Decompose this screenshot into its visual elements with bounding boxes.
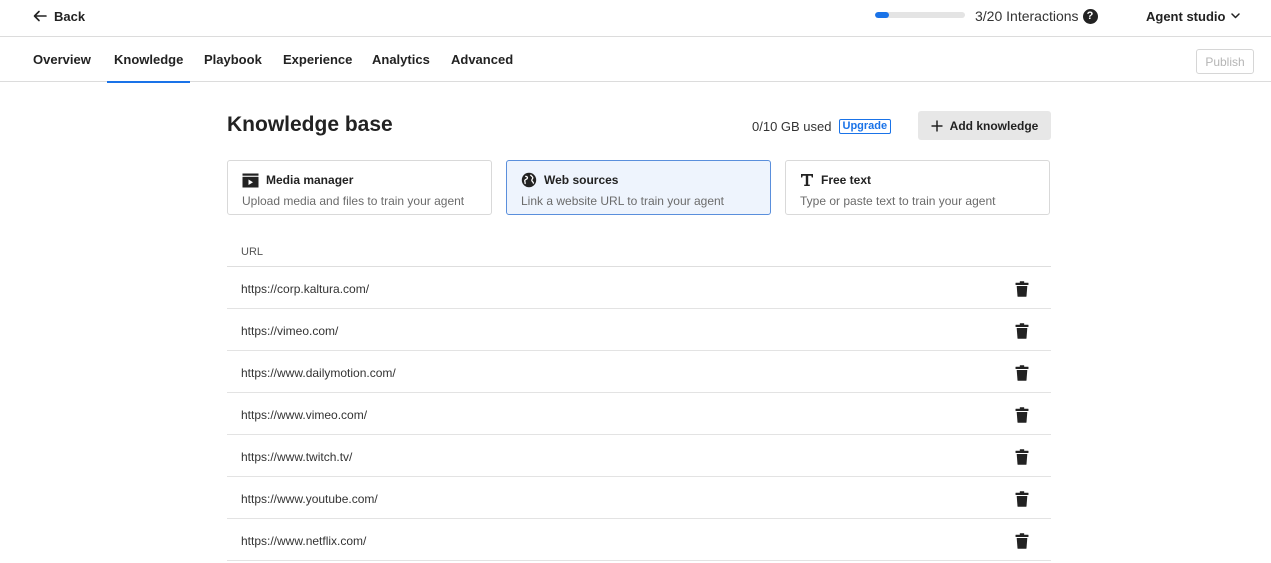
back-label: Back: [54, 8, 86, 24]
url-cell: https://vimeo.com/: [241, 324, 339, 338]
source-card-title: Media manager: [266, 173, 354, 187]
table-row: https://vimeo.com/: [227, 309, 1051, 351]
tab-advanced[interactable]: Advanced: [451, 37, 513, 82]
column-header-url: URL: [227, 238, 1051, 267]
agent-studio-label: Agent studio: [1146, 8, 1226, 24]
tab-overview[interactable]: Overview: [33, 37, 91, 82]
trash-icon[interactable]: [1015, 449, 1029, 465]
trash-icon[interactable]: [1015, 281, 1029, 297]
back-button[interactable]: Back: [33, 7, 85, 25]
arrow-left-icon: [33, 10, 47, 22]
progress-fill: [875, 12, 889, 18]
plus-icon: [931, 120, 943, 131]
top-bar: Back 3/20 Interactions ? Agent studio: [0, 0, 1271, 37]
trash-icon[interactable]: [1015, 407, 1029, 423]
tab-analytics[interactable]: Analytics: [372, 37, 430, 82]
trash-icon[interactable]: [1015, 323, 1029, 339]
table-row: https://www.vimeo.com/: [227, 393, 1051, 435]
globe-icon: [521, 172, 537, 188]
url-cell: https://www.dailymotion.com/: [241, 366, 396, 380]
trash-icon[interactable]: [1015, 365, 1029, 381]
source-card-description: Upload media and files to train your age…: [242, 194, 465, 208]
table-row: https://corp.kaltura.com/: [227, 267, 1051, 309]
url-cell: https://www.vimeo.com/: [241, 408, 368, 422]
interactions-counter: 3/20 Interactions ?: [975, 6, 1098, 26]
source-card-description: Type or paste text to train your agent: [800, 194, 996, 208]
source-card-web-sources[interactable]: Web sources Link a website URL to train …: [506, 160, 771, 215]
text-icon: [801, 174, 813, 186]
trash-icon[interactable]: [1015, 491, 1029, 507]
table-row: https://www.twitch.tv/: [227, 435, 1051, 477]
agent-studio-menu[interactable]: Agent studio: [1146, 6, 1241, 26]
source-card-title: Web sources: [544, 173, 619, 187]
upgrade-link[interactable]: Upgrade: [838, 118, 892, 134]
interactions-progress-bar: [875, 12, 965, 18]
trash-icon[interactable]: [1015, 533, 1029, 549]
url-cell: https://www.youtube.com/: [241, 492, 378, 506]
tab-playbook[interactable]: Playbook: [204, 37, 262, 82]
source-card-media-manager[interactable]: Media manager Upload media and files to …: [227, 160, 492, 215]
source-card-free-text[interactable]: Free text Type or paste text to train yo…: [785, 160, 1050, 215]
add-knowledge-button[interactable]: Add knowledge: [918, 111, 1051, 140]
table-row: https://www.netflix.com/: [227, 519, 1051, 561]
url-cell: https://www.netflix.com/: [241, 534, 367, 548]
publish-button[interactable]: Publish: [1196, 49, 1254, 74]
url-cell: https://corp.kaltura.com/: [241, 282, 370, 296]
tab-bar: Overview Knowledge Playbook Experience A…: [0, 37, 1271, 83]
source-card-description: Link a website URL to train your agent: [521, 194, 724, 208]
chevron-down-icon: [1231, 13, 1241, 19]
media-icon: [242, 173, 259, 187]
interactions-label: 3/20 Interactions: [975, 8, 1079, 24]
tab-knowledge[interactable]: Knowledge: [106, 37, 191, 83]
url-cell: https://www.twitch.tv/: [241, 450, 353, 464]
page-title: Knowledge base: [227, 113, 393, 136]
help-icon[interactable]: ?: [1082, 8, 1098, 24]
tab-experience[interactable]: Experience: [283, 37, 352, 82]
add-knowledge-label: Add knowledge: [949, 118, 1039, 133]
source-card-title: Free text: [821, 173, 872, 187]
storage-usage: 0/10 GB used Upgrade: [752, 118, 892, 134]
url-table: URL https://corp.kaltura.com/https://vim…: [227, 238, 1051, 561]
table-row: https://www.dailymotion.com/: [227, 351, 1051, 393]
usage-label: 0/10 GB used: [752, 118, 832, 134]
table-row: https://www.youtube.com/: [227, 477, 1051, 519]
